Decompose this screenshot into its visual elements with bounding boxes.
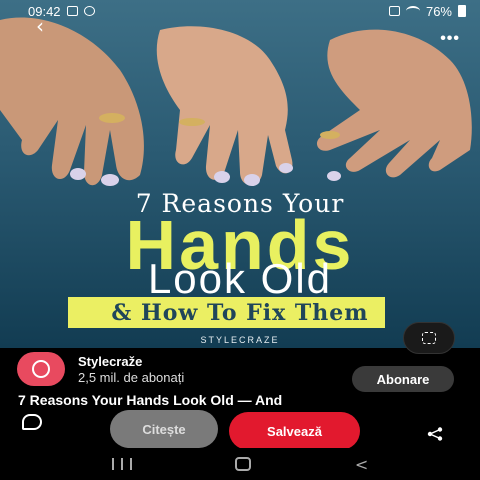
home-icon[interactable] <box>235 457 252 471</box>
alarm-icon <box>388 6 400 16</box>
battery-percent: 76% <box>425 3 452 19</box>
gallery-icon <box>66 6 78 16</box>
status-bar: 09:42 76% <box>0 0 480 22</box>
status-right: 76% <box>388 3 466 19</box>
creator-row: Stylecraže 2,5 mil. de abonați Abonare <box>0 348 480 392</box>
action-bar: Citește Salvează <box>0 406 480 450</box>
visual-search-button[interactable] <box>403 322 455 354</box>
more-options-icon[interactable]: ••• <box>440 30 460 48</box>
recent-apps-icon[interactable] <box>111 458 132 470</box>
share-icon[interactable] <box>427 427 443 441</box>
headline-fix-them: & How To Fix Them <box>111 300 369 326</box>
lens-icon <box>422 332 436 344</box>
battery-icon <box>458 5 466 17</box>
headline-look-old: Look Old <box>147 255 333 302</box>
back-arrow-icon[interactable]: ‹ <box>36 14 44 38</box>
avatar-logo-icon <box>32 360 50 378</box>
save-button[interactable]: Salvează <box>229 412 360 450</box>
follow-button[interactable]: Abonare <box>352 366 454 392</box>
read-button[interactable]: Citește <box>110 410 218 448</box>
clock: 09:42 <box>28 3 61 19</box>
subscriber-count: 2,5 mil. de abonați <box>78 370 185 385</box>
comment-icon[interactable] <box>22 414 42 430</box>
wifi-icon <box>405 6 420 16</box>
system-nav-bar: < <box>0 448 480 480</box>
nav-back-icon[interactable]: < <box>355 455 368 474</box>
creator-avatar[interactable] <box>17 352 65 386</box>
pin-image[interactable]: 7 Reasons Your Hands Look Old & How To F… <box>0 0 480 348</box>
whatsapp-icon <box>83 6 95 16</box>
hands-photo <box>0 17 472 186</box>
creator-name[interactable]: Stylecraže <box>78 354 142 369</box>
